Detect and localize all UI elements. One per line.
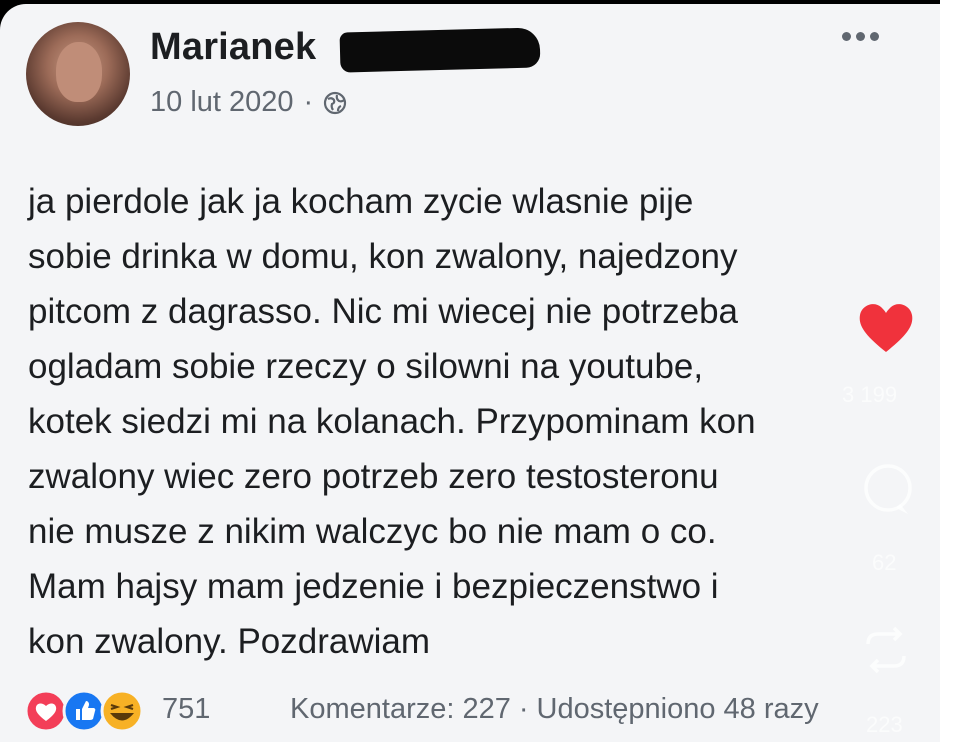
stats-separator: ·: [518, 693, 529, 725]
shares-count[interactable]: Udostępniono 48 razy: [537, 693, 819, 725]
comment-bubble-icon[interactable]: [856, 458, 920, 522]
post-text-line: nie musze z nikim walczyc bo nie mam o c…: [28, 512, 717, 551]
post-card: Marianek 10 lut 2020 · ja pierdole jak j…: [0, 4, 940, 742]
post-text: ja pierdole jak ja kocham zycie wlasnie …: [28, 174, 908, 669]
post-text-line: kotek siedzi mi na kolanach. Przypominam…: [28, 402, 756, 441]
post-date[interactable]: 10 lut 2020: [150, 86, 294, 119]
reaction-count[interactable]: 751: [162, 693, 210, 726]
haha-reaction-icon: [100, 689, 144, 733]
post-text-line: ja pierdole jak ja kocham zycie wlasnie …: [28, 182, 694, 221]
comments-count[interactable]: Komentarze: 227: [290, 693, 511, 725]
post-text-line: zwalony wiec zero potrzeb zero testoster…: [28, 457, 719, 496]
avatar-face: [56, 42, 102, 102]
post-text-line: Mam hajsy mam jedzenie i bezpieczenstwo …: [28, 567, 719, 606]
meta-separator: ·: [303, 86, 314, 118]
post-text-line: ogladam sobie rzeczy o silowni na youtub…: [28, 347, 704, 386]
more-dot: [870, 32, 879, 41]
right-edge-strip: [940, 0, 960, 742]
globe-icon: [324, 91, 347, 114]
post-footer: 751 Komentarze: 227 · Udostępniono 48 razy: [22, 688, 922, 734]
post-text-line: kon zwalony. Pozdrawiam: [28, 622, 431, 661]
like-count-overlay: 3 199: [842, 382, 898, 407]
redacted-surname: [339, 27, 541, 73]
more-options-icon[interactable]: [842, 32, 879, 41]
heart-icon[interactable]: [856, 298, 916, 358]
comment-count-overlay: 62: [872, 550, 897, 575]
like-reaction-icon: [62, 689, 106, 733]
love-reaction-icon: [24, 689, 68, 733]
author-name[interactable]: Marianek: [150, 26, 316, 69]
more-dot: [856, 32, 865, 41]
post-stats: Komentarze: 227 · Udostępniono 48 razy: [290, 693, 819, 726]
post-meta: 10 lut 2020 ·: [150, 86, 347, 119]
post-text-line: pitcom z dagrasso. Nic mi wiecej nie pot…: [28, 292, 739, 331]
more-dot: [842, 32, 851, 41]
post-text-line: sobie drinka w domu, kon zwalony, najedz…: [28, 237, 738, 276]
reactions-summary[interactable]: [22, 688, 152, 734]
repost-icon[interactable]: [856, 620, 916, 680]
avatar[interactable]: [26, 22, 130, 126]
